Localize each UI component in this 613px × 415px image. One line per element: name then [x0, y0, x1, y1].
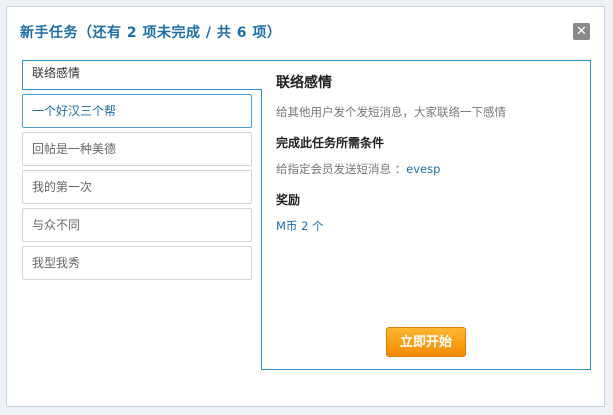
- start-task-button[interactable]: 立即开始: [386, 327, 466, 357]
- reward-text: M币 2 个: [276, 219, 324, 233]
- dialog-title: 新手任务（还有 2 项未完成 / 共 6 项）: [20, 25, 282, 41]
- task-dialog: 新手任务（还有 2 项未完成 / 共 6 项） ✕ 联络感情 一个好汉三个帮 回…: [6, 6, 605, 407]
- task-title: 联络感情: [276, 75, 332, 91]
- condition-heading: 完成此任务所需条件: [276, 136, 385, 150]
- task-description: 给其他用户发个发短消息，大家联络一下感情: [276, 105, 506, 119]
- reward-heading: 奖励: [276, 193, 301, 207]
- tab-task-2[interactable]: 一个好汉三个帮: [22, 94, 252, 128]
- tab-task-4[interactable]: 我的第一次: [22, 170, 252, 204]
- task-detail-panel: 联络感情 给其他用户发个发短消息，大家联络一下感情 完成此任务所需条件 给指定会…: [261, 60, 591, 370]
- tab-task-1[interactable]: 联络感情: [22, 60, 262, 90]
- tab-task-6[interactable]: 我型我秀: [22, 246, 252, 280]
- tab-task-5[interactable]: 与众不同: [22, 208, 252, 242]
- task-tab-list: 联络感情 一个好汉三个帮 回帖是一种美德 我的第一次 与众不同 我型我秀: [22, 60, 262, 284]
- condition-user-link[interactable]: evesp: [406, 162, 440, 176]
- close-icon[interactable]: ✕: [573, 23, 590, 40]
- tab-task-3[interactable]: 回帖是一种美德: [22, 132, 252, 166]
- condition-label: 给指定会员发送短消息 ：: [276, 162, 407, 176]
- condition-text: 给指定会员发送短消息 ：evesp: [276, 161, 580, 177]
